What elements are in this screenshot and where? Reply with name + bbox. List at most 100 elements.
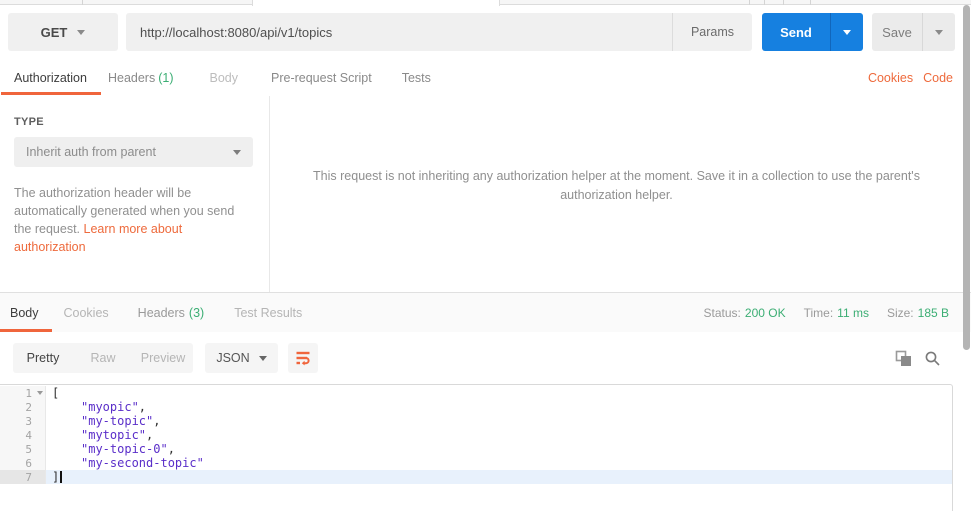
line-number[interactable]: 4 [0, 428, 46, 442]
request-tabs: Authorization Headers (1) Body Pre-reques… [0, 60, 971, 96]
tab-prerequest-script[interactable]: Pre-request Script [271, 71, 372, 85]
tab-divider [783, 0, 784, 5]
chevron-down-icon [77, 29, 86, 35]
authorization-panel: TYPE Inherit auth from parent The author… [0, 96, 971, 292]
line-number-text: 2 [25, 400, 32, 414]
cookies-link[interactable]: Cookies [868, 71, 913, 85]
send-options-button[interactable] [830, 13, 863, 51]
tab-test-results[interactable]: Test Results [234, 306, 302, 320]
code-token-string: "mytopic" [81, 428, 147, 442]
tab-response-cookies[interactable]: Cookies [64, 306, 109, 320]
params-button[interactable]: Params [672, 13, 752, 51]
auth-type-value: Inherit auth from parent [26, 145, 156, 159]
fold-arrow-icon[interactable] [37, 391, 43, 395]
type-label: TYPE [14, 116, 44, 128]
view-preview-button[interactable]: Preview [133, 343, 193, 373]
send-button[interactable]: Send [762, 13, 830, 51]
tab-response-body[interactable]: Body [10, 306, 39, 320]
line-number[interactable]: 2 [0, 400, 46, 414]
auth-type-select[interactable]: Inherit auth from parent [14, 137, 253, 167]
line-number-text: 7 [25, 470, 32, 484]
url-input[interactable] [126, 13, 672, 51]
code-line[interactable]: "myopic", [46, 400, 952, 414]
search-button[interactable] [923, 349, 941, 367]
tab-tests[interactable]: Tests [402, 71, 431, 85]
format-select[interactable]: JSON [205, 343, 278, 373]
code-token-string: "myopic" [81, 400, 139, 414]
response-headers-count-badge: (3) [188, 305, 205, 320]
time-badge: Time: 11 ms [804, 306, 869, 320]
chevron-down-icon [843, 29, 851, 35]
code-token: , [153, 414, 161, 428]
status-label: Status: [703, 305, 741, 320]
method-select[interactable]: GET [8, 13, 118, 51]
response-body-editor[interactable]: 1 2 3 4 5 6 7 [ "myopic", "my-topic", "m… [0, 384, 953, 511]
code-link[interactable]: Code [923, 71, 953, 85]
copy-button[interactable] [894, 349, 912, 367]
chevron-down-icon [935, 29, 943, 35]
line-number[interactable]: 6 [0, 456, 46, 470]
request-bar: GET Params Send Save [8, 13, 955, 51]
code-token: [ [52, 386, 60, 400]
tab-headers[interactable]: Headers (1) [108, 71, 174, 85]
code-line[interactable]: "mytopic", [46, 428, 952, 442]
postman-request-view: GET Params Send Save Authorization Heade… [0, 0, 971, 511]
line-number-text: 4 [25, 428, 32, 442]
line-number-active[interactable]: 7 [0, 470, 46, 484]
code-token-string: "my-topic" [81, 414, 154, 428]
time-label: Time: [803, 305, 834, 320]
code-token: , [146, 428, 154, 442]
size-label: Size: [886, 305, 914, 320]
code-token: , [138, 400, 147, 414]
save-button[interactable]: Save [872, 13, 922, 51]
search-icon [925, 351, 940, 366]
headers-count-badge: (1) [158, 71, 174, 85]
size-badge: Size: 185 B [887, 306, 949, 320]
view-pretty-button[interactable]: Pretty [13, 343, 73, 373]
code-token: ] [52, 470, 60, 484]
code-line-active[interactable]: ] [46, 470, 952, 484]
save-options-button[interactable] [922, 13, 955, 51]
tab-response-headers[interactable]: Headers (3) [138, 306, 205, 320]
tab-response-headers-label: Headers [137, 305, 185, 320]
time-value: 11 ms [837, 305, 869, 320]
inherit-auth-message: This request is not inheriting any autho… [313, 169, 920, 202]
code-line[interactable]: "my-second-topic" [46, 456, 952, 470]
code-line[interactable]: "my-topic-0", [46, 442, 952, 456]
line-number-text: 5 [25, 442, 32, 456]
tab-divider [764, 0, 765, 5]
method-label: GET [40, 24, 68, 40]
code-token-string: "my-topic-0" [81, 442, 168, 456]
status-badge: Status: 200 OK [704, 306, 786, 320]
wrap-lines-button[interactable] [288, 343, 318, 373]
view-raw-button[interactable]: Raw [73, 343, 133, 373]
wrap-lines-icon [296, 351, 310, 366]
size-value: 185 B [917, 305, 949, 320]
scrollbar-thumb[interactable] [963, 5, 970, 350]
chevron-down-icon [233, 149, 241, 155]
auth-description: The authorization header will be automat… [14, 184, 254, 256]
response-toolbar: Pretty Raw Preview JSON [0, 332, 971, 384]
code-line[interactable]: "my-topic", [46, 414, 952, 428]
line-number[interactable]: 5 [0, 442, 46, 456]
save-button-group: Save [872, 13, 955, 51]
tab-body[interactable]: Body [210, 71, 239, 85]
line-number-text: 3 [25, 414, 32, 428]
code-area[interactable]: [ "myopic", "my-topic", "mytopic", "my-t… [46, 386, 952, 484]
tab-divider [82, 0, 83, 5]
tab-authorization[interactable]: Authorization [14, 71, 87, 85]
scrollbar-track[interactable] [962, 0, 971, 511]
line-number[interactable]: 1 [0, 386, 46, 400]
tab-headers-label: Headers [107, 71, 156, 85]
line-number-text: 1 [25, 386, 32, 400]
active-tab-edge [252, 0, 500, 6]
line-number[interactable]: 3 [0, 414, 46, 428]
code-line[interactable]: [ [46, 386, 952, 400]
view-mode-switch: Pretty Raw Preview [13, 343, 193, 373]
text-cursor [60, 471, 62, 483]
tab-divider [810, 0, 811, 5]
tab-divider [749, 0, 750, 5]
active-tab-underline [1, 92, 101, 95]
auth-type-panel: TYPE Inherit auth from parent The author… [0, 96, 270, 292]
code-token: , [167, 442, 175, 456]
